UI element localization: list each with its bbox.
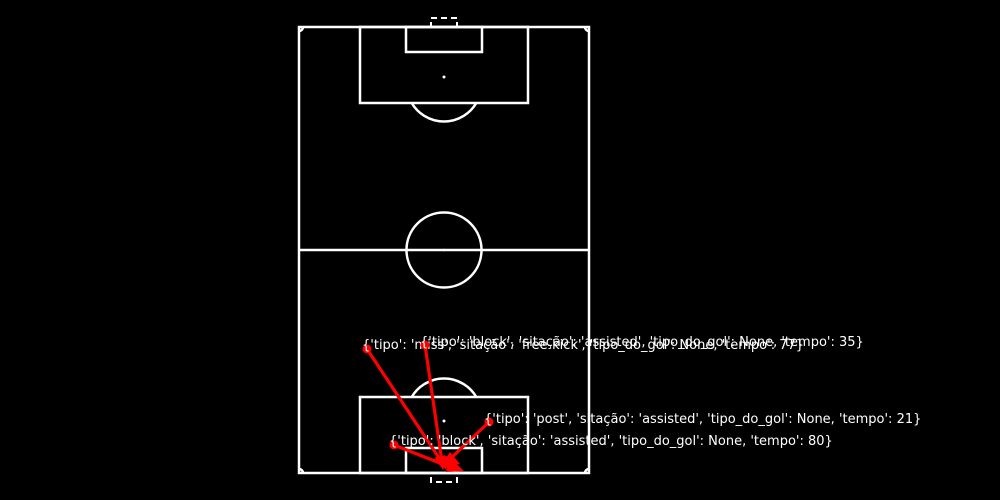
- pitch-plot: {'tipo': 'miss', 'sitação': 'free-kick',…: [0, 0, 1000, 500]
- shot-3-label: {'tipo': 'post', 'sitação': 'assisted', …: [484, 412, 921, 427]
- top-penalty-spot: [442, 75, 446, 79]
- bottom-penalty-spot: [442, 419, 446, 423]
- shot-4-label: {'tipo': 'block', 'sitação': 'assisted',…: [389, 434, 833, 449]
- shot-2-label: {'tipo': 'block', 'sitação': 'assisted',…: [420, 335, 864, 350]
- centre-spot: [442, 248, 446, 252]
